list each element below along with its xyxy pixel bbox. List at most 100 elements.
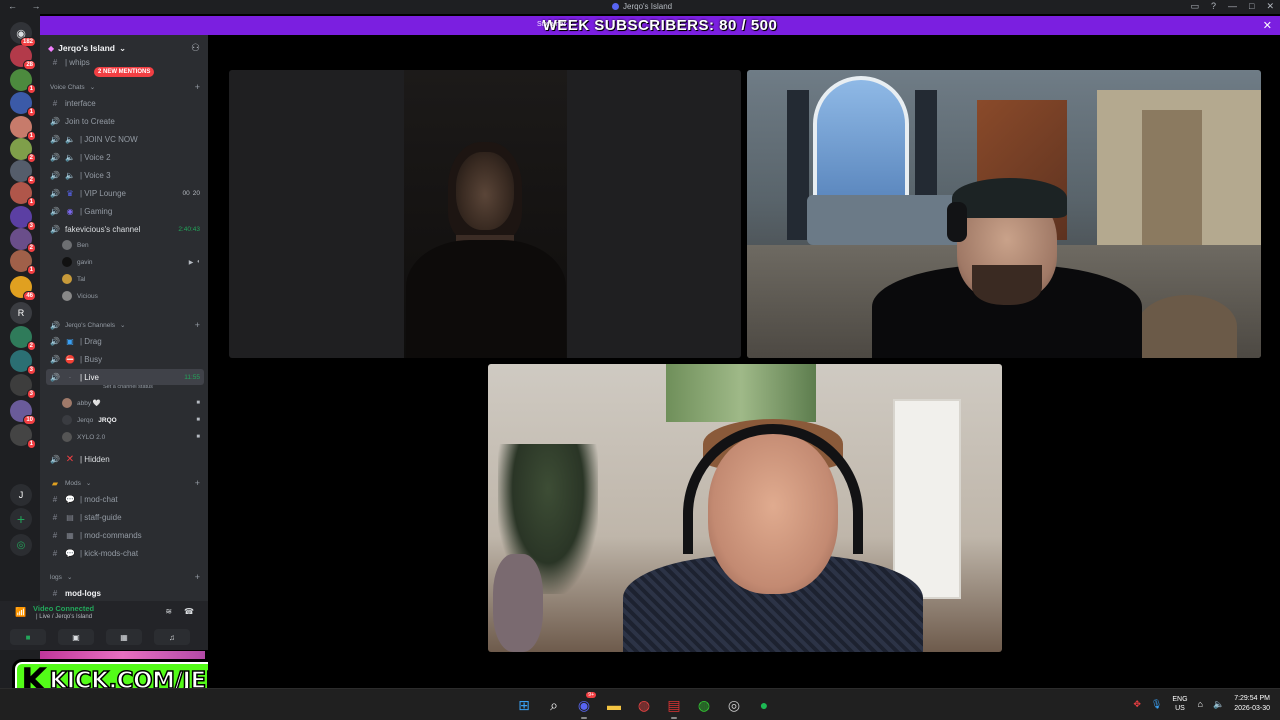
- video-icon: ▶: [188, 259, 194, 266]
- server-icon[interactable]: 1: [10, 92, 36, 117]
- activities-button[interactable]: ▦: [106, 629, 142, 645]
- channel-label: | whips: [65, 57, 90, 67]
- server-icon[interactable]: 3: [10, 206, 36, 231]
- add-channel-icon[interactable]: +: [195, 572, 204, 582]
- server-icon[interactable]: 3: [10, 374, 36, 399]
- server-icon[interactable]: 46: [10, 276, 36, 301]
- jerqo-channel[interactable]: 🔊 ⛔ | Busy: [46, 351, 204, 367]
- spotify-icon[interactable]: ●: [752, 694, 776, 716]
- search-icon[interactable]: ⌕: [542, 694, 566, 716]
- jerqo-channel[interactable]: 🔊 · | Live 11:55: [46, 369, 204, 385]
- volume-icon[interactable]: 🔈: [1213, 699, 1224, 710]
- server-icon[interactable]: 1: [10, 182, 36, 207]
- server-icon[interactable]: 1: [10, 116, 36, 141]
- busy-emoji-icon: ⛔: [65, 354, 75, 364]
- server-icon[interactable]: 2: [10, 228, 36, 253]
- add-channel-icon[interactable]: +: [195, 82, 204, 92]
- channel-hidden[interactable]: 🔊 ✕ | Hidden: [46, 451, 204, 467]
- video-icon: ■: [196, 400, 200, 406]
- jerqo-channel[interactable]: 🔊 ▣ | Drag: [46, 333, 204, 349]
- minimize-button[interactable]: —: [1228, 1, 1237, 12]
- signal-icon[interactable]: 📶: [15, 607, 26, 618]
- start-icon[interactable]: ⊞: [512, 694, 536, 716]
- language-indicator[interactable]: ENG US: [1172, 695, 1187, 713]
- banner-close-icon[interactable]: ✕: [1263, 19, 1272, 32]
- add-channel-icon[interactable]: +: [195, 478, 204, 488]
- server-icon[interactable]: 28: [10, 45, 36, 70]
- tray-app-icon[interactable]: ✥: [1133, 699, 1141, 710]
- server-icon[interactable]: 1: [10, 69, 36, 94]
- voice-channel[interactable]: 🔊 ◉ | Gaming: [46, 203, 204, 219]
- mod-channel[interactable]: # ▤ | staff-guide: [46, 509, 204, 525]
- live-member[interactable]: abby 🤍 ■: [62, 395, 204, 411]
- screen-share-button[interactable]: ▣: [58, 629, 94, 645]
- new-mentions-pill[interactable]: 2 NEW MENTIONS: [94, 67, 155, 77]
- category-mods[interactable]: ▰ Mods ⌄ +: [46, 475, 204, 491]
- discover-icon[interactable]: ◎: [10, 534, 32, 556]
- noise-suppression-icon[interactable]: ≋: [165, 607, 172, 616]
- mod-channel[interactable]: # ▦ | mod-commands: [46, 527, 204, 543]
- voice-member[interactable]: Vicious: [62, 288, 204, 304]
- voice-member[interactable]: Tal: [62, 271, 204, 287]
- speaker-icon: 🔊: [50, 224, 60, 234]
- voice-channel[interactable]: 🔊 fakevicious's channel 2:40:43: [46, 221, 204, 237]
- camera-button[interactable]: ■: [10, 629, 46, 645]
- server-icon[interactable]: 3: [10, 350, 36, 375]
- voice-channel[interactable]: 🔊 🔈 | JOIN VC NOW: [46, 131, 204, 147]
- help-icon[interactable]: ?: [1211, 1, 1216, 12]
- streaming-app-icon[interactable]: ▤: [662, 694, 686, 719]
- inbox-icon[interactable]: ▭: [1190, 1, 1199, 12]
- voice-channel[interactable]: 🔊 ♛ | VIP Lounge 00 20: [46, 185, 204, 201]
- file-explorer-icon[interactable]: ▬: [602, 694, 626, 716]
- live-member[interactable]: Jerqo JRQO ■: [62, 412, 204, 428]
- direct-messages-button[interactable]: ◉ 182: [10, 22, 36, 47]
- server-icon[interactable]: 2: [10, 138, 36, 163]
- server-badge: 2: [26, 153, 36, 163]
- add-user-icon[interactable]: ⚇: [191, 43, 200, 54]
- network-icon[interactable]: ⌂: [1198, 699, 1203, 709]
- voice-channel[interactable]: 🔊 🔈 | Voice 3: [46, 167, 204, 183]
- server-icon[interactable]: 2: [10, 326, 36, 351]
- video-tile-1[interactable]: [229, 70, 741, 358]
- server-icon[interactable]: 2: [10, 160, 36, 185]
- clock[interactable]: 7:29:54 PM 2026-03-30: [1234, 694, 1270, 714]
- server-icon[interactable]: R: [10, 302, 32, 324]
- obs-icon[interactable]: ◎: [722, 694, 746, 716]
- voice-channel[interactable]: 🔊 🔈 | Voice 2: [46, 149, 204, 165]
- disconnect-icon[interactable]: ☎: [184, 607, 194, 616]
- microphone-icon[interactable]: 🎙: [1151, 699, 1162, 710]
- video-tile-2[interactable]: [747, 70, 1261, 358]
- discord-icon[interactable]: ◉ 9+: [572, 692, 596, 719]
- voice-member[interactable]: Ben: [62, 237, 204, 253]
- back-button[interactable]: ←: [8, 1, 17, 11]
- mod-channel[interactable]: # 💬 | kick-mods-chat: [46, 545, 204, 561]
- channel-whips[interactable]: # | whips: [46, 57, 204, 67]
- live-member[interactable]: XYLO 2.0 ■: [62, 429, 204, 445]
- channel-emoji-icon: ▤: [66, 512, 74, 522]
- voice-status[interactable]: Video Connected: [33, 604, 94, 613]
- server-icon[interactable]: 1: [10, 250, 36, 275]
- forward-button[interactable]: →: [32, 1, 41, 11]
- category-voice-chats[interactable]: Voice Chats ⌄ +: [46, 79, 204, 95]
- category-logs[interactable]: logs ⌄ +: [46, 569, 204, 585]
- region-code: US: [1175, 705, 1185, 712]
- close-button[interactable]: ✕: [1266, 1, 1274, 12]
- browser-profile-icon[interactable]: ◍: [692, 694, 716, 716]
- mod-channel[interactable]: # 💬 | mod-chat: [46, 491, 204, 507]
- add-channel-icon[interactable]: +: [195, 320, 204, 330]
- room-door: [1142, 110, 1202, 260]
- add-server-icon[interactable]: +: [10, 508, 32, 530]
- soundboard-button[interactable]: ♫: [154, 629, 190, 645]
- voice-channel[interactable]: # interface: [46, 95, 204, 111]
- server-icon-j[interactable]: J: [10, 484, 32, 506]
- voice-member[interactable]: gavin ▶ ◖: [62, 254, 204, 270]
- voice-channel[interactable]: 🔊 Join to Create: [46, 113, 204, 129]
- chrome-icon[interactable]: ◍: [632, 694, 656, 716]
- video-tile-3[interactable]: [488, 364, 1002, 652]
- voice-location[interactable]: | Live / Jerqo's Island: [36, 614, 92, 620]
- channel-mod-logs[interactable]: # mod-logs: [46, 585, 204, 601]
- category-jerqos-channels[interactable]: 🔊 Jerqo's Channels ⌄ +: [46, 317, 204, 333]
- server-icon[interactable]: 10: [10, 400, 36, 425]
- server-icon[interactable]: 1: [10, 424, 36, 449]
- maximize-button[interactable]: □: [1249, 1, 1254, 12]
